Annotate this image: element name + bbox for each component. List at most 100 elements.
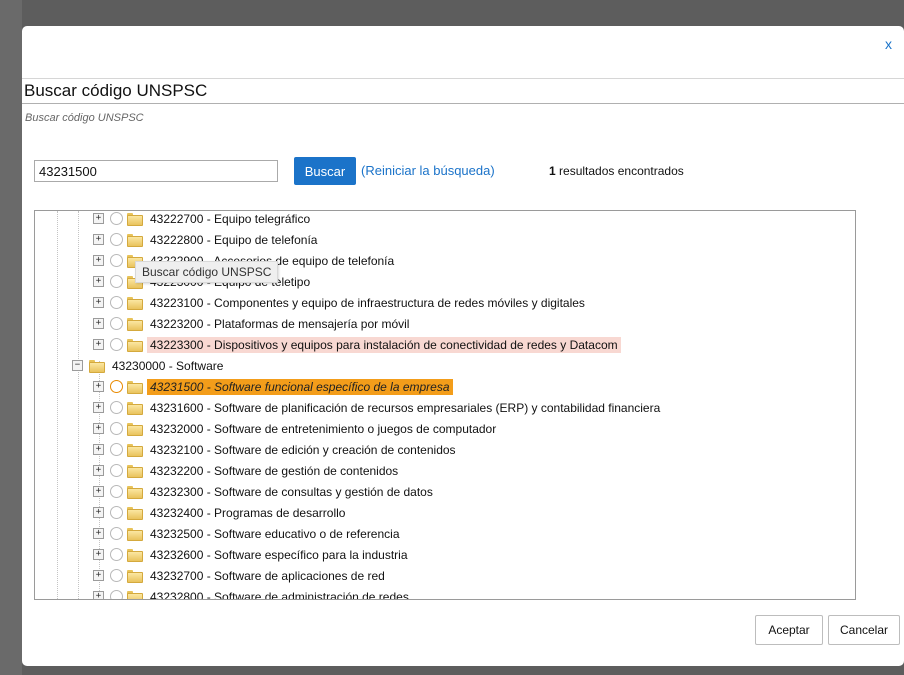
folder-icon [127,443,143,457]
folder-icon [127,548,143,562]
tree-node-label[interactable]: 43232300 - Software de consultas y gesti… [147,484,436,500]
search-input[interactable] [34,160,278,182]
tree-node-selected[interactable]: + 43231500 - Software funcional específi… [93,377,453,396]
page-backdrop [0,0,22,675]
expand-icon[interactable]: + [93,297,104,308]
select-radio[interactable] [110,380,123,393]
expand-icon[interactable]: + [93,255,104,266]
dialog-title-bar: Buscar código UNSPSC [22,78,904,104]
tree-node-label[interactable]: 43232700 - Software de aplicaciones de r… [147,568,388,584]
select-radio[interactable] [110,506,123,519]
tooltip: Buscar código UNSPSC [135,261,279,283]
tree-node-label[interactable]: 43232200 - Software de gestión de conten… [147,463,401,479]
select-radio[interactable] [110,443,123,456]
tree-node[interactable]: + 43232000 - Software de entretenimiento… [93,419,499,438]
folder-icon [127,401,143,415]
expand-icon[interactable]: + [93,381,104,392]
dialog-subtitle: Buscar código UNSPSC [25,112,144,124]
expand-icon[interactable]: + [93,234,104,245]
tree-node-label[interactable]: 43230000 - Software [109,358,226,374]
tree-node[interactable]: + 43232200 - Software de gestión de cont… [93,461,401,480]
select-radio[interactable] [110,401,123,414]
tree-node[interactable]: + 43223300 - Dispositivos y equipos para… [93,335,621,354]
select-radio[interactable] [110,338,123,351]
tree-guide-line [57,211,58,599]
select-radio[interactable] [110,464,123,477]
folder-icon [127,233,143,247]
expand-icon[interactable]: + [93,465,104,476]
expand-icon[interactable]: + [93,591,104,599]
tree-node-label[interactable]: 43232500 - Software educativo o de refer… [147,526,403,542]
expand-icon[interactable]: + [93,549,104,560]
results-text: resultados encontrados [555,164,684,178]
tree-node-label-selected[interactable]: 43231500 - Software funcional específico… [147,378,453,395]
folder-icon [127,380,143,394]
select-radio[interactable] [110,275,123,288]
search-button[interactable]: Buscar [294,157,356,185]
select-radio[interactable] [110,422,123,435]
select-radio[interactable] [110,590,123,599]
expand-icon[interactable]: + [93,570,104,581]
tree-node[interactable]: + 43222700 - Equipo telegráfico [93,211,313,228]
expand-icon[interactable]: + [93,507,104,518]
select-radio[interactable] [110,485,123,498]
tree-node[interactable]: + 43232100 - Software de edición y creac… [93,440,459,459]
tree-node-label[interactable]: 43232400 - Programas de desarrollo [147,505,348,521]
tree-node-label[interactable]: 43231600 - Software de planificación de … [147,400,663,416]
folder-icon [127,212,143,226]
expand-icon[interactable]: + [93,339,104,350]
select-radio[interactable] [110,296,123,309]
reset-search-link[interactable]: (Reiniciar la búsqueda) [361,163,495,178]
folder-icon [89,359,105,373]
expand-icon[interactable]: + [93,276,104,287]
expand-icon[interactable]: + [93,486,104,497]
select-radio[interactable] [110,254,123,267]
folder-icon [127,338,143,352]
expand-icon[interactable]: + [93,213,104,224]
tree-node-label[interactable]: 43232600 - Software específico para la i… [147,547,411,563]
folder-icon [127,590,143,599]
expand-icon[interactable]: + [93,444,104,455]
folder-icon [127,296,143,310]
tree-node[interactable]: + 43223200 - Plataformas de mensajería p… [93,314,412,333]
expand-icon[interactable]: + [93,423,104,434]
tree-node-label[interactable]: 43232100 - Software de edición y creació… [147,442,459,458]
tree-node-parent[interactable]: − 43230000 - Software [72,356,226,375]
results-summary: 1 resultados encontrados [549,164,684,178]
tree-node-label[interactable]: 43222700 - Equipo telegráfico [147,211,313,227]
tree-node[interactable]: + 43232700 - Software de aplicaciones de… [93,566,388,585]
folder-icon [127,422,143,436]
select-radio[interactable] [110,317,123,330]
tree-node[interactable]: + 43232500 - Software educativo o de ref… [93,524,403,543]
collapse-icon[interactable]: − [72,360,83,371]
accept-button[interactable]: Aceptar [755,615,823,645]
tree-node[interactable]: + 43232400 - Programas de desarrollo [93,503,348,522]
tree-node[interactable]: + 43231600 - Software de planificación d… [93,398,663,417]
tree-node[interactable]: + 43222800 - Equipo de telefonía [93,230,320,249]
cancel-button[interactable]: Cancelar [828,615,900,645]
close-icon[interactable]: x [885,36,892,52]
select-radio[interactable] [110,548,123,561]
tree-node[interactable]: + 43232800 - Software de administración … [93,587,412,600]
tree-node-label[interactable]: 43222800 - Equipo de telefonía [147,232,320,248]
select-radio[interactable] [110,233,123,246]
tree-node[interactable]: + 43232600 - Software específico para la… [93,545,411,564]
tree-node[interactable]: + 43232300 - Software de consultas y ges… [93,482,436,501]
tree-node-label[interactable]: 43232000 - Software de entretenimiento o… [147,421,499,437]
expand-icon[interactable]: + [93,318,104,329]
tree-node-label-hovered[interactable]: 43223300 - Dispositivos y equipos para i… [147,336,621,353]
tree-node-label[interactable]: 43223100 - Componentes y equipo de infra… [147,295,588,311]
folder-icon [127,506,143,520]
tree-guide-line [78,211,79,599]
tree-node-label[interactable]: 43223200 - Plataformas de mensajería por… [147,316,412,332]
dialog-title: Buscar código UNSPSC [24,81,208,100]
tree-node-label[interactable]: 43232800 - Software de administración de… [147,589,412,600]
expand-icon[interactable]: + [93,402,104,413]
results-count: 1 [549,164,556,178]
select-radio[interactable] [110,527,123,540]
expand-icon[interactable]: + [93,528,104,539]
select-radio[interactable] [110,212,123,225]
tree-node[interactable]: + 43223100 - Componentes y equipo de inf… [93,293,588,312]
folder-icon [127,464,143,478]
select-radio[interactable] [110,569,123,582]
